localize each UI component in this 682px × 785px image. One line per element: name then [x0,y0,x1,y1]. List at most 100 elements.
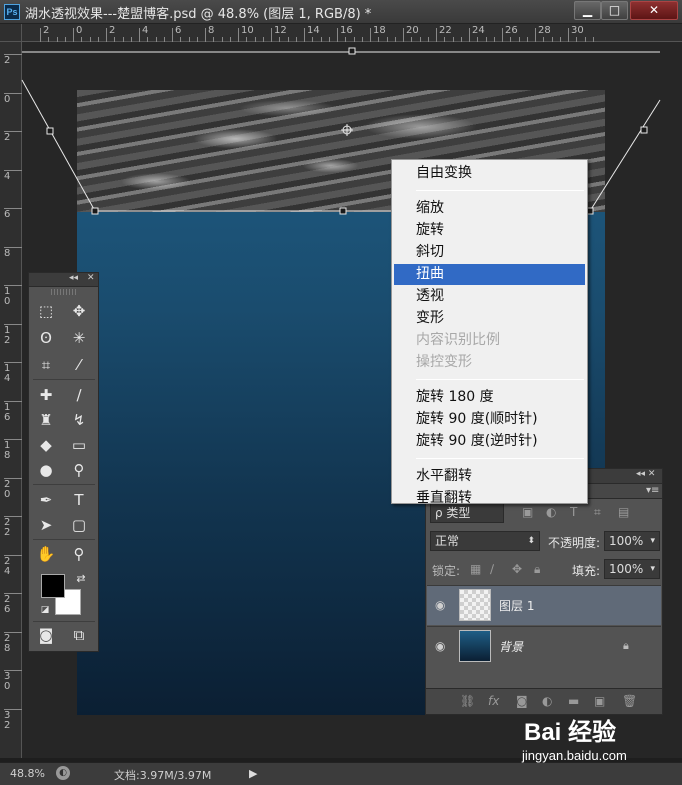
crop-tool-icon[interactable]: ⌗ [34,354,58,376]
drag-grip[interactable] [51,289,76,295]
ruler-label: 2 8 [4,632,14,654]
dodge-tool-icon[interactable]: ⚲ [67,459,91,481]
document-size: 文档:3.97M/3.97M [114,769,212,782]
ruler-vertical[interactable]: 2 0 2 4 6 8 1 0 1 2 1 4 1 6 1 8 2 0 2 2 2 4 2 6 2 8 3 0 3… [0,42,22,758]
swap-colors-icon[interactable]: ⇄ [69,568,93,590]
shape-tool-icon[interactable]: ▢ [67,514,91,536]
zoom-tool-icon[interactable]: ⚲ [67,543,91,565]
menu-item[interactable]: 斜切 [394,242,585,263]
ruler-label: 1 0 [4,286,14,307]
foreground-color-swatch[interactable] [41,574,65,598]
lock-pixels-icon[interactable]: ∕ [490,562,494,576]
ruler-tick [139,28,140,42]
menu-item[interactable]: 透视 [394,286,585,307]
ruler-tick [271,28,272,42]
default-colors-icon[interactable]: ◪ [33,599,57,621]
gradient-tool-icon[interactable]: ▭ [67,434,91,456]
layer-row-background[interactable]: ◉ 背景 🔒︎ [427,626,661,666]
ruler-tick [436,28,437,42]
menu-item[interactable]: 缩放 [394,198,585,219]
ruler-corner[interactable] [0,24,22,42]
visibility-eye-icon[interactable]: ◉ [435,639,449,653]
healing-brush-icon[interactable]: ✚ [34,384,58,406]
status-menu-arrow-icon[interactable]: ▶ [249,767,257,780]
ruler-label: 8 [208,25,215,36]
menu-item[interactable]: 变形 [394,308,585,329]
watermark-url: jingyan.baidu.com [522,748,627,763]
close-icon[interactable]: ✕ [87,273,95,283]
ruler-horizontal[interactable]: 2 0 2 4 6 8 10 12 14 16 18 20 22 24 26 28 30 [22,24,682,42]
magic-wand-icon[interactable]: ✳ [67,327,91,349]
ruler-label: 2 [109,25,116,36]
pen-tool-icon[interactable]: ✒ [34,489,58,511]
menu-item[interactable]: 旋转 180 度 [394,387,585,408]
lasso-tool-icon[interactable]: ʘ [34,327,58,349]
hand-tool-icon[interactable]: ✋ [34,543,58,565]
maximize-button[interactable]: □ [601,1,628,20]
layer-name: 图层 1 [499,599,535,613]
new-group-icon[interactable]: ▬ [568,694,579,708]
menu-item[interactable]: 旋转 90 度(顺时针) [394,409,585,430]
menu-item[interactable]: 扭曲 [394,264,585,285]
adjustment-layer-icon[interactable]: ◐ [542,694,552,708]
ruler-tick [73,28,74,42]
fill-field[interactable]: 100% ▾ [604,559,660,579]
layer-row-layer1[interactable]: ◉ 图层 1 [427,585,661,625]
ruler-label: 4 [142,25,149,36]
close-button[interactable]: ✕ [630,1,678,20]
opacity-field[interactable]: 100% ▾ [604,531,660,551]
ruler-label: 2 [43,25,50,36]
ruler-label: 2 [4,55,11,66]
menu-item: 操控变形 [416,354,472,370]
visibility-eye-icon[interactable]: ◉ [435,598,449,612]
clone-stamp-icon[interactable]: ♜ [34,409,58,431]
move-tool-icon[interactable]: ✥ [67,300,91,322]
ruler-label: 1 6 [4,401,14,423]
quick-mask-icon[interactable]: ◙ [34,624,58,646]
screen-mode-icon[interactable]: ⧉ [67,624,91,646]
type-tool-icon[interactable]: T [67,489,91,511]
marquee-tool-icon[interactable]: ⬚ [34,300,58,322]
panel-menu-icon[interactable]: ▾≡ [646,485,659,496]
link-layers-icon[interactable]: ⛓ [460,694,475,708]
filter-smart-object-icon[interactable]: ▤ [618,505,629,519]
new-layer-icon[interactable]: ▣ [594,694,605,708]
trash-icon[interactable]: 🗑︎ [622,694,637,708]
ruler-label: 3 0 [4,671,14,692]
eyedropper-icon[interactable]: ⁄ [67,354,91,376]
menu-item[interactable]: 自由变换 [394,163,585,184]
path-selection-icon[interactable]: ➤ [34,514,58,536]
tools-panel-header[interactable]: ◂◂ ✕ [29,273,98,287]
menu-item[interactable]: 旋转 [394,220,585,241]
opacity-label: 不透明度: [548,536,601,550]
history-brush-icon[interactable]: ↯ [67,409,91,431]
blend-mode-value: 正常 [435,534,460,548]
menu-item[interactable]: 旋转 90 度(逆时针) [394,431,585,452]
zoom-level[interactable]: 48.8% [10,767,45,780]
brush-tool-icon[interactable]: ∕ [67,384,91,406]
lock-transparent-icon[interactable]: ▦ [470,562,481,576]
lock-position-icon[interactable]: ✥ [512,562,522,576]
blur-tool-icon[interactable]: ● [34,459,58,481]
collapse-icon[interactable]: ◂◂ [69,273,78,283]
blend-mode-select[interactable]: 正常 ⬍ [430,531,540,551]
fx-icon[interactable]: fx [488,694,499,708]
eraser-tool-icon[interactable]: ◆ [34,434,58,456]
chevron-updown-icon: ⬍ [527,536,535,546]
ruler-label: 1 2 [4,324,14,346]
ruler-label: 6 [175,25,182,36]
chevron-down-icon: ▾ [650,536,655,546]
ruler-label: 3 2 [4,709,14,731]
title-bar: Ps 湖水透视效果---楚盟博客.psd @ 48.8% (图层 1, RGB/… [0,0,682,24]
chevron-down-icon: ▾ [650,564,655,574]
filter-shape-icon[interactable]: ⌗ [594,505,601,520]
status-info-icon[interactable]: ◐ [56,766,70,780]
lock-all-icon[interactable]: 🔒︎ [534,562,540,577]
ruler-tick [238,28,239,42]
menu-item[interactable]: 垂直翻转 [394,488,585,509]
minimize-button[interactable]: ▁ [574,1,601,20]
collapse-icon[interactable]: ◂◂ ✕ [636,469,655,479]
add-mask-icon[interactable]: ◙ [516,694,528,708]
ruler-tick [502,28,503,42]
menu-item[interactable]: 水平翻转 [394,466,585,487]
